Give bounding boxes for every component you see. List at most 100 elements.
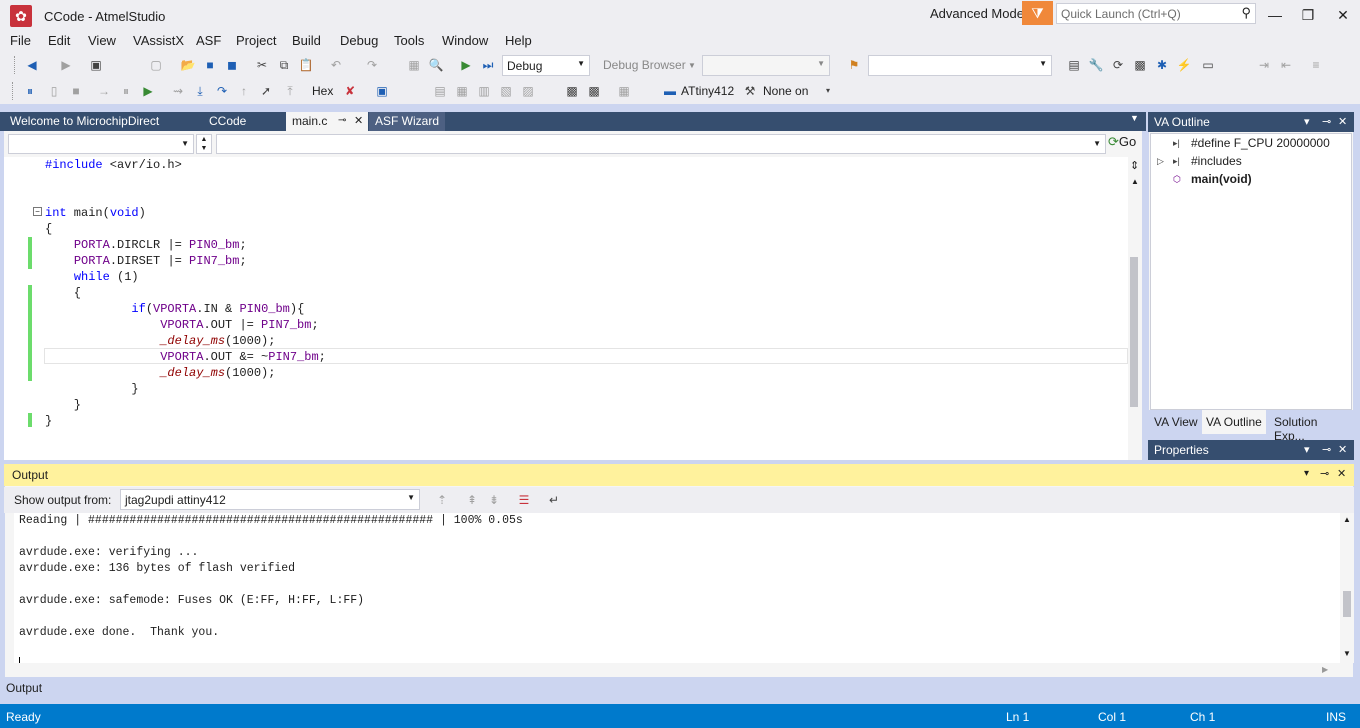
outline-item-main[interactable]: main(void) [1191, 172, 1252, 186]
run-to-cursor-icon[interactable]: ➚ [258, 83, 274, 99]
chip-erase-icon[interactable]: ▩ [586, 83, 602, 99]
dock-icon[interactable]: ⊸ [1320, 467, 1329, 480]
output-source-select[interactable]: jtag2updi attiny412 ▼ [120, 489, 420, 510]
plugin-icon[interactable]: ⚡ [1176, 57, 1192, 73]
quick-launch-input[interactable]: Quick Launch (Ctrl+Q) ⚲ [1056, 3, 1256, 24]
device-name[interactable]: ATtiny412 [681, 84, 734, 98]
output-scroll-thumb[interactable] [1343, 591, 1351, 617]
tab-ccode[interactable]: CCode [203, 112, 252, 131]
terminal-icon[interactable]: ▭ [1200, 57, 1216, 73]
debug-browser-label[interactable]: Debug Browser [603, 58, 686, 72]
step-over-icon[interactable]: ↷ [214, 83, 230, 99]
scope-select[interactable]: ▼ [8, 134, 194, 154]
reset-icon[interactable]: ⤒ [282, 83, 298, 99]
tool-hammer-icon[interactable]: ⚒ [742, 83, 758, 99]
new-project-icon[interactable]: ▣ [88, 57, 104, 73]
scroll-up-icon[interactable]: ▲ [1343, 515, 1351, 524]
extensions-icon[interactable]: ✱ [1154, 57, 1170, 73]
close-icon[interactable]: ✕ [1338, 115, 1347, 128]
find-combo[interactable]: ▼ [868, 55, 1052, 76]
copy-icon[interactable]: ⧉ [276, 57, 292, 73]
watch-icon[interactable]: ▨ [520, 83, 536, 99]
redo-icon[interactable]: ↷ [364, 57, 380, 73]
step-out-icon[interactable]: ↑ [236, 83, 252, 99]
registers-icon[interactable]: ▦ [454, 83, 470, 99]
next-message-icon[interactable]: ⇟ [486, 492, 502, 508]
menu-file[interactable]: File [10, 33, 31, 48]
indent-icon[interactable]: ⇥ [1256, 57, 1272, 73]
windows-menu-icon[interactable]: ▣ [374, 83, 390, 99]
menu-view[interactable]: View [88, 33, 116, 48]
tab-asf-wizard[interactable]: ASF Wizard [369, 112, 446, 131]
start-without-debugging-icon[interactable]: ⏭ [480, 57, 496, 73]
close-icon[interactable]: ✕ [1337, 467, 1346, 480]
debug-options-icon[interactable]: ▦ [616, 83, 632, 99]
io-view-icon[interactable]: ▥ [476, 83, 492, 99]
step-over-icon[interactable]: → [96, 83, 112, 99]
chip-icon[interactable]: ▩ [564, 83, 580, 99]
show-next-statement-icon[interactable]: ⇝ [170, 83, 186, 99]
close-icon[interactable]: ✕ [354, 114, 363, 127]
attach-icon[interactable]: ▯ [46, 83, 62, 99]
collapse-toggle[interactable]: − [33, 207, 42, 216]
outline-item-define[interactable]: #define F_CPU 20000000 [1191, 136, 1330, 150]
menu-debug[interactable]: Debug [340, 33, 378, 48]
find-icon[interactable]: 🔍 [428, 57, 444, 73]
add-item-icon[interactable]: ▢ [148, 57, 164, 73]
outline-item-includes[interactable]: #includes [1191, 154, 1242, 168]
find-results-icon[interactable]: ▦ [406, 57, 422, 73]
break-all-icon[interactable]: ⏸ [22, 83, 38, 99]
close-window-button[interactable]: ✕ [1328, 5, 1358, 25]
disable-breakpoints-icon[interactable]: ✘ [342, 83, 358, 99]
pin-icon[interactable]: ⊸ [1322, 115, 1331, 128]
split-icon[interactable]: ⇕ [1130, 159, 1139, 172]
hex-toggle[interactable]: Hex [312, 84, 333, 98]
word-wrap-icon[interactable]: ↵ [546, 492, 562, 508]
clear-all-icon[interactable]: ☰ [516, 492, 532, 508]
scroll-up-icon[interactable]: ▲ [1131, 177, 1139, 186]
filter-icon[interactable]: ⧩ [1022, 1, 1053, 25]
tab-output[interactable]: Output [6, 681, 42, 695]
save-all-icon[interactable]: ◼ [224, 57, 240, 73]
search-icon[interactable]: ⚲ [1241, 5, 1251, 21]
tools-icon[interactable]: 🔧 [1088, 57, 1104, 73]
expand-icon[interactable]: ▷ [1157, 156, 1164, 167]
forward-icon[interactable]: ▶ [58, 57, 74, 73]
device-programming-icon[interactable]: ▤ [1066, 57, 1082, 73]
memory-icon[interactable]: ▤ [432, 83, 448, 99]
toolbar-overflow-icon[interactable]: ▾ [820, 83, 836, 99]
minimize-button[interactable]: — [1260, 5, 1290, 25]
find-in-files-icon[interactable]: ⚑ [846, 57, 862, 73]
tab-welcome[interactable]: Welcome to MicrochipDirect [4, 112, 165, 131]
comment-icon[interactable]: ≡ [1308, 57, 1324, 73]
start-debugging-icon[interactable]: ▶ [458, 57, 474, 73]
save-icon[interactable]: ■ [202, 57, 218, 73]
cut-icon[interactable]: ✂ [254, 57, 270, 73]
pause-icon[interactable]: ⏸ [118, 83, 134, 99]
back-icon[interactable]: ◀ [24, 57, 40, 73]
tool-name[interactable]: None on [763, 84, 808, 98]
tab-va-view[interactable]: VA View [1150, 413, 1202, 431]
open-file-icon[interactable]: 📂 [180, 57, 196, 73]
member-select[interactable]: ▼ [216, 134, 1106, 154]
pin-icon[interactable]: ⊸ [338, 115, 346, 126]
outdent-icon[interactable]: ⇤ [1278, 57, 1294, 73]
close-icon[interactable]: ✕ [1338, 443, 1347, 456]
editor-scroll-thumb[interactable] [1130, 257, 1138, 407]
pin-icon[interactable]: ⊸ [1322, 443, 1331, 456]
undo-icon[interactable]: ↶ [328, 57, 344, 73]
menu-edit[interactable]: Edit [48, 33, 70, 48]
chevron-down-icon[interactable]: ▾ [1304, 443, 1310, 456]
continue-icon[interactable]: ▶ [140, 83, 156, 99]
menu-tools[interactable]: Tools [394, 33, 424, 48]
paste-icon[interactable]: 📋 [298, 57, 314, 73]
stop-debugging-icon[interactable]: ■ [68, 83, 84, 99]
chevron-down-icon[interactable]: ▾ [1304, 468, 1309, 479]
device-chip-icon[interactable]: ▬ [662, 83, 678, 99]
go-button[interactable]: ⟳Go [1108, 134, 1142, 154]
menu-vassistx[interactable]: VAssistX [133, 33, 184, 48]
configuration-select[interactable]: Debug ▼ [502, 55, 590, 76]
advanced-mode-label[interactable]: Advanced Mode [930, 6, 1024, 21]
menu-build[interactable]: Build [292, 33, 321, 48]
editor-vertical-scrollbar[interactable]: ⇕ ▲ [1128, 157, 1142, 460]
